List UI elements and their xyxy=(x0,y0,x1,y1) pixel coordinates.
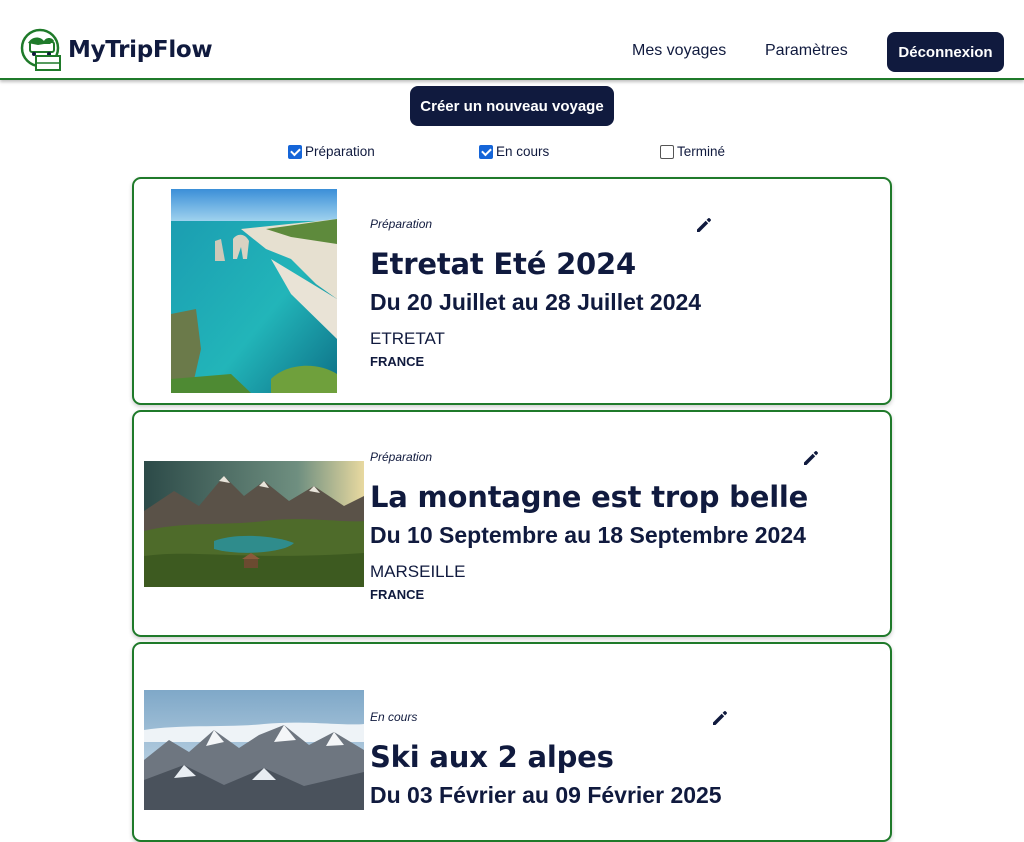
trip-city: ETRETAT xyxy=(370,329,445,348)
trip-country: FRANCE xyxy=(370,354,425,369)
trip-dates: Du 20 Juillet au 28 Juillet 2024 xyxy=(370,289,702,315)
create-trip-button[interactable]: Créer un nouveau voyage xyxy=(410,86,614,126)
trip-card[interactable]: Préparation La montagne est trop belle D… xyxy=(132,410,892,637)
trip-image-cliffs xyxy=(171,189,337,393)
filter-label: En cours xyxy=(496,144,550,159)
filter-label: Préparation xyxy=(305,144,375,159)
app-logo[interactable]: MyTripFlow xyxy=(20,28,213,72)
filter-termine[interactable]: Terminé xyxy=(660,144,725,159)
checkbox-checked-icon[interactable] xyxy=(288,144,302,159)
checkbox-checked-icon[interactable] xyxy=(479,144,493,159)
nav-settings[interactable]: Paramètres xyxy=(765,42,848,60)
pencil-edit-icon[interactable] xyxy=(694,215,714,235)
app-name: MyTripFlow xyxy=(68,37,213,63)
trip-image-snowy-peaks xyxy=(144,690,364,810)
filter-en-cours[interactable]: En cours xyxy=(479,144,549,159)
trip-title: Ski aux 2 alpes xyxy=(370,740,614,774)
trip-title: La montagne est trop belle xyxy=(370,480,809,514)
trip-card[interactable]: Préparation Etretat Eté 2024 Du 20 Juill… xyxy=(132,177,892,405)
trip-dates: Du 03 Février au 09 Février 2025 xyxy=(370,782,722,808)
trip-status: En cours xyxy=(370,710,418,724)
filter-preparation[interactable]: Préparation xyxy=(288,144,375,159)
trip-dates: Du 10 Septembre au 18 Septembre 2024 xyxy=(370,522,806,548)
logout-button[interactable]: Déconnexion xyxy=(887,32,1004,72)
trip-country: FRANCE xyxy=(370,587,425,602)
pencil-edit-icon[interactable] xyxy=(710,708,730,728)
filter-label: Terminé xyxy=(677,144,726,159)
trip-city: MARSEILLE xyxy=(370,562,466,581)
suitcase-palm-icon xyxy=(20,28,61,71)
top-nav-bar: MyTripFlow Mes voyages Paramètres Déconn… xyxy=(0,0,1024,80)
checkbox-unchecked-icon[interactable] xyxy=(660,144,674,159)
pencil-edit-icon[interactable] xyxy=(801,448,821,468)
trip-status: Préparation xyxy=(370,450,433,464)
trip-status: Préparation xyxy=(370,217,433,231)
trip-card[interactable]: En cours Ski aux 2 alpes Du 03 Février a… xyxy=(132,642,892,842)
trip-title: Etretat Eté 2024 xyxy=(370,247,636,281)
trip-image-mountains xyxy=(144,461,364,587)
nav-my-trips[interactable]: Mes voyages xyxy=(632,42,726,60)
